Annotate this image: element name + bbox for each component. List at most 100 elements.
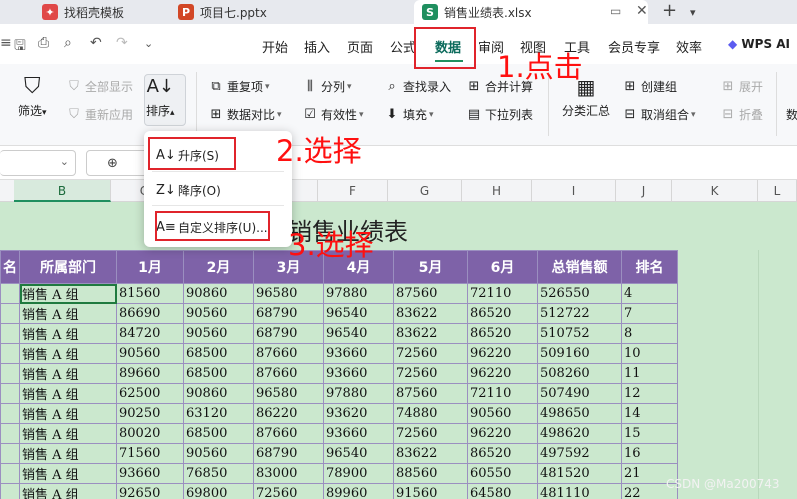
table-cell[interactable]: 83622 xyxy=(393,323,468,344)
table-cell[interactable]: 销售 A 组 xyxy=(19,363,117,384)
header-jun[interactable]: 6月 xyxy=(467,250,538,284)
table-cell[interactable]: 88560 xyxy=(393,463,468,484)
table-cell[interactable]: 81560 xyxy=(116,283,184,304)
table-cell[interactable] xyxy=(0,383,20,404)
table-cell[interactable]: 90560 xyxy=(467,403,538,424)
column-header-k[interactable]: K xyxy=(672,180,758,202)
collapse-button[interactable]: ⊟ 折叠 xyxy=(720,106,763,123)
table-cell[interactable]: 63120 xyxy=(183,403,254,424)
column-header-i[interactable]: I xyxy=(532,180,616,202)
table-cell[interactable]: 10 xyxy=(621,343,678,364)
table-cell[interactable]: 71560 xyxy=(116,443,184,464)
table-cell[interactable]: 86520 xyxy=(467,303,538,324)
table-cell[interactable]: 87660 xyxy=(253,343,324,364)
table-cell[interactable]: 72560 xyxy=(393,343,468,364)
table-cell[interactable]: 510752 xyxy=(537,323,622,344)
table-cell[interactable]: 96580 xyxy=(253,283,324,304)
table-cell[interactable]: 91560 xyxy=(393,483,468,499)
menu-page[interactable]: 页面 xyxy=(347,37,373,56)
table-cell[interactable]: 84720 xyxy=(116,323,184,344)
dropdown-list-button[interactable]: ▤ 下拉列表 xyxy=(466,106,533,123)
split-column-button[interactable]: ⫼ 分列 ▾ xyxy=(302,78,352,95)
table-cell[interactable] xyxy=(0,483,20,499)
header-rank[interactable]: 排名 xyxy=(621,250,678,284)
table-cell[interactable]: 92650 xyxy=(116,483,184,499)
table-cell[interactable]: 12 xyxy=(621,383,678,404)
table-cell[interactable]: 销售 A 组 xyxy=(19,463,117,484)
column-header-j[interactable]: J xyxy=(616,180,672,202)
table-cell[interactable]: 526550 xyxy=(537,283,622,304)
table-cell[interactable]: 83622 xyxy=(393,303,468,324)
table-cell[interactable]: 销售 A 组 xyxy=(19,343,117,364)
table-cell[interactable]: 512722 xyxy=(537,303,622,324)
tab-docer-templates[interactable]: ✦ 找稻壳模板 xyxy=(42,0,124,24)
table-cell[interactable]: 87560 xyxy=(393,383,468,404)
table-cell[interactable]: 16 xyxy=(621,443,678,464)
chevron-down-icon[interactable]: ⌄ xyxy=(144,37,153,50)
table-cell[interactable]: 11 xyxy=(621,363,678,384)
table-cell[interactable]: 销售 A 组 xyxy=(19,283,117,304)
chevron-down-icon[interactable]: ⌄ xyxy=(60,155,69,168)
more-button[interactable]: 数 xyxy=(786,106,797,123)
table-cell[interactable]: 销售 A 组 xyxy=(19,443,117,464)
table-cell[interactable]: 93660 xyxy=(116,463,184,484)
header-feb[interactable]: 2月 xyxy=(183,250,254,284)
table-cell[interactable]: 93620 xyxy=(323,403,394,424)
table-cell[interactable]: 89960 xyxy=(323,483,394,499)
table-cell[interactable]: 93660 xyxy=(323,363,394,384)
table-cell[interactable]: 80020 xyxy=(116,423,184,444)
menu-efficiency[interactable]: 效率 xyxy=(676,37,702,56)
ungroup-button[interactable]: ⊟ 取消组合 ▾ xyxy=(622,106,696,123)
table-cell[interactable] xyxy=(0,443,20,464)
close-icon[interactable]: ✕ xyxy=(636,3,648,19)
table-cell[interactable]: 96220 xyxy=(467,423,538,444)
table-cell[interactable]: 96220 xyxy=(467,343,538,364)
table-cell[interactable]: 508260 xyxy=(537,363,622,384)
sort-descending-item[interactable]: Z↓ 降序(O) xyxy=(156,182,221,199)
header-department[interactable]: 所属部门 xyxy=(19,250,117,284)
show-all-button[interactable]: ⛉ 全部显示 xyxy=(66,78,133,95)
table-cell[interactable]: 销售 A 组 xyxy=(19,423,117,444)
column-header-h[interactable]: H xyxy=(462,180,532,202)
table-cell[interactable]: 509160 xyxy=(537,343,622,364)
table-cell[interactable]: 90560 xyxy=(183,443,254,464)
table-cell[interactable] xyxy=(0,363,20,384)
menu-home[interactable]: 开始 xyxy=(262,37,288,56)
print-preview-icon[interactable]: ⌕ xyxy=(64,35,72,51)
monitor-icon[interactable]: ▭ xyxy=(610,4,621,18)
header-total[interactable]: 总销售额 xyxy=(537,250,622,284)
table-cell[interactable]: 498620 xyxy=(537,423,622,444)
sort-button[interactable]: A↓ 排序▴ xyxy=(146,74,175,119)
column-header-f[interactable]: F xyxy=(318,180,388,202)
table-cell[interactable]: 69800 xyxy=(183,483,254,499)
table-cell[interactable]: 78900 xyxy=(323,463,394,484)
table-cell[interactable]: 4 xyxy=(621,283,678,304)
table-cell[interactable]: 87560 xyxy=(393,283,468,304)
table-cell[interactable]: 83000 xyxy=(253,463,324,484)
header-may[interactable]: 5月 xyxy=(393,250,468,284)
table-cell[interactable]: 销售 A 组 xyxy=(19,383,117,404)
table-cell[interactable]: 68790 xyxy=(253,303,324,324)
undo-icon[interactable]: ↶ xyxy=(90,35,102,51)
table-cell[interactable]: 481520 xyxy=(537,463,622,484)
column-header-l[interactable]: L xyxy=(758,180,797,202)
name-box[interactable]: ⌄ xyxy=(0,150,76,176)
print-icon[interactable]: ⎙ xyxy=(38,35,49,51)
table-cell[interactable]: 72560 xyxy=(393,423,468,444)
sheet-grid[interactable]: 销售业绩表 名 所属部门 1月 2月 3月 4月 5月 6月 总销售额 排名 销… xyxy=(0,202,797,499)
table-cell[interactable]: 86220 xyxy=(253,403,324,424)
table-cell[interactable]: 72560 xyxy=(253,483,324,499)
table-cell[interactable] xyxy=(0,323,20,344)
table-cell[interactable]: 销售 A 组 xyxy=(19,483,117,499)
table-cell[interactable] xyxy=(0,423,20,444)
table-cell[interactable]: 60550 xyxy=(467,463,538,484)
table-cell[interactable] xyxy=(0,463,20,484)
table-cell[interactable]: 72560 xyxy=(393,363,468,384)
table-cell[interactable]: 96220 xyxy=(467,363,538,384)
table-cell[interactable]: 86520 xyxy=(467,443,538,464)
table-cell[interactable]: 87660 xyxy=(253,423,324,444)
table-cell[interactable]: 87660 xyxy=(253,363,324,384)
table-cell[interactable]: 86690 xyxy=(116,303,184,324)
redo-icon[interactable]: ↷ xyxy=(116,35,128,51)
table-cell[interactable]: 97880 xyxy=(323,383,394,404)
